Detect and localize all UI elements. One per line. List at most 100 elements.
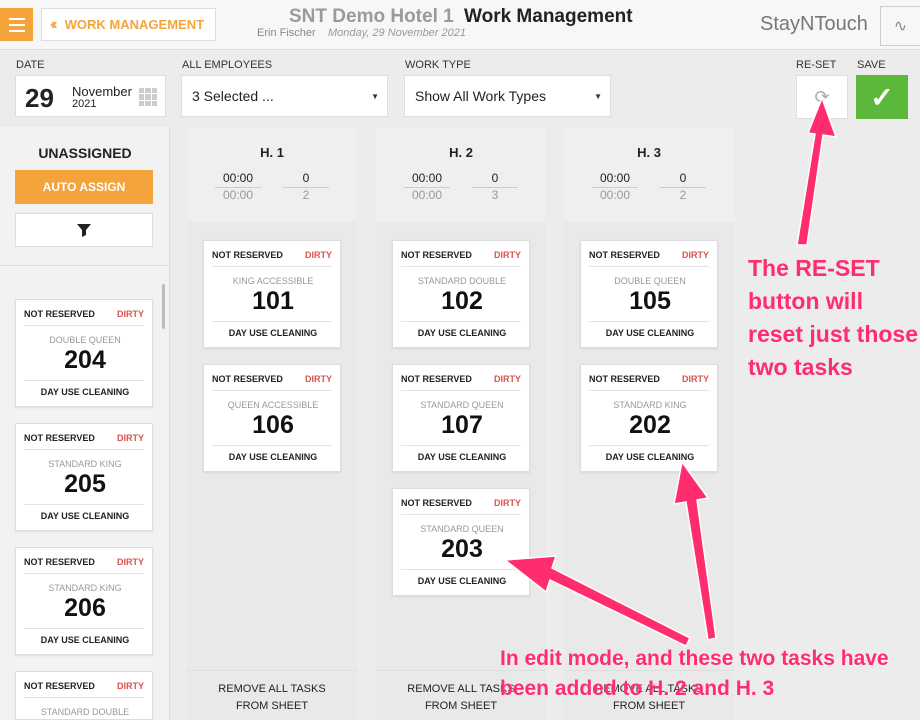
room-condition: DIRTY — [305, 250, 332, 260]
room-condition: DIRTY — [682, 374, 709, 384]
employees-select-value: 3 Selected ... — [192, 88, 274, 104]
filter-icon — [77, 224, 91, 237]
room-type: DOUBLE QUEEN — [49, 335, 121, 345]
room-condition: DIRTY — [494, 250, 521, 260]
filter-button[interactable] — [15, 213, 153, 247]
task-count-total: 3 — [491, 188, 499, 202]
task-count-total: 2 — [302, 188, 310, 202]
divider — [212, 390, 332, 391]
task-card[interactable]: NOT RESERVED DIRTY DOUBLE QUEEN 204 DAY … — [15, 299, 153, 407]
room-type: STANDARD DOUBLE — [417, 276, 507, 286]
housekeeper-column-h1: H. 1 00:00 00:00 0 2 NOT RESERVED DIRTY … — [187, 127, 357, 720]
divider — [24, 628, 144, 629]
reset-button[interactable]: ⟳ — [796, 75, 848, 119]
room-type: KING ACCESSIBLE — [232, 276, 314, 286]
remove-all-tasks-button[interactable]: REMOVE ALL TASKS FROM SHEET — [187, 670, 357, 720]
divider — [24, 380, 144, 381]
employees-select[interactable]: 3 Selected ... ▼ — [181, 75, 388, 117]
save-button[interactable]: ✓ — [856, 75, 908, 119]
save-label: SAVE — [857, 59, 886, 71]
task-card[interactable]: NOT RESERVED DIRTY QUEEN ACCESSIBLE 106 … — [203, 364, 341, 472]
task-count-total: 2 — [679, 188, 687, 202]
reset-icon: ⟳ — [814, 86, 830, 107]
filter-bar: DATE 29 November 2021 ALL EMPLOYEES 3 Se… — [0, 50, 920, 127]
room-type: STANDARD DOUBLE — [40, 707, 130, 717]
task-count-done: 0 — [491, 171, 499, 185]
task-card[interactable]: NOT RESERVED DIRTY DOUBLE QUEEN 105 DAY … — [580, 240, 718, 348]
divider — [401, 321, 521, 322]
room-condition: DIRTY — [117, 433, 144, 443]
room-type: STANDARD QUEEN — [420, 524, 504, 534]
auto-assign-button[interactable]: AUTO ASSIGN — [15, 170, 153, 204]
room-type: QUEEN ACCESSIBLE — [227, 400, 319, 410]
task-name: DAY USE CLEANING — [40, 511, 130, 521]
back-button-label: WORK MANAGEMENT — [64, 17, 205, 32]
column-header: H. 1 00:00 00:00 0 2 — [187, 127, 357, 222]
date-day: 29 — [25, 83, 54, 113]
time-total: 00:00 — [599, 188, 631, 202]
calendar-icon — [139, 88, 157, 106]
housekeeper-column-h2: H. 2 00:00 00:00 0 3 NOT RESERVED DIRTY … — [376, 127, 546, 720]
task-name: DAY USE CLEANING — [605, 328, 695, 338]
task-name: DAY USE CLEANING — [40, 635, 130, 645]
room-number: 102 — [441, 287, 483, 315]
task-card[interactable]: NOT RESERVED DIRTY KING ACCESSIBLE 101 D… — [203, 240, 341, 348]
back-button[interactable]: ‹‹ WORK MANAGEMENT — [41, 8, 216, 41]
divider — [589, 390, 709, 391]
room-number: 203 — [441, 535, 483, 563]
room-number: 204 — [64, 346, 106, 374]
reservation-status: NOT RESERVED — [212, 250, 283, 260]
divider — [0, 265, 170, 266]
room-number: 206 — [64, 594, 106, 622]
divider — [212, 266, 332, 267]
reservation-status: NOT RESERVED — [24, 309, 95, 319]
edit-mode-annotation: In edit mode, and these two tasks have b… — [500, 647, 889, 700]
worktype-select[interactable]: Show All Work Types ▼ — [404, 75, 611, 117]
reservation-status: NOT RESERVED — [212, 374, 283, 384]
task-card[interactable]: NOT RESERVED DIRTY STANDARD DOUBLE — [15, 671, 153, 720]
room-condition: DIRTY — [305, 374, 332, 384]
hotel-name: SNT Demo Hotel 1 — [289, 6, 454, 27]
time-total: 00:00 — [222, 188, 254, 202]
task-card[interactable]: NOT RESERVED DIRTY STANDARD QUEEN 203 DA… — [392, 488, 530, 596]
divider — [24, 325, 144, 326]
task-name: DAY USE CLEANING — [417, 576, 507, 586]
housekeeper-name: H. 1 — [260, 145, 284, 160]
task-card[interactable]: NOT RESERVED DIRTY STANDARD DOUBLE 102 D… — [392, 240, 530, 348]
pulse-icon[interactable]: ∿ — [880, 6, 920, 46]
date-picker[interactable]: 29 November 2021 — [15, 75, 166, 117]
divider — [212, 321, 332, 322]
task-card[interactable]: NOT RESERVED DIRTY STANDARD KING 206 DAY… — [15, 547, 153, 655]
divider — [24, 449, 144, 450]
divider — [24, 504, 144, 505]
scrollbar[interactable] — [162, 284, 165, 329]
task-name: DAY USE CLEANING — [417, 328, 507, 338]
room-number: 105 — [629, 287, 671, 315]
room-number: 202 — [629, 411, 671, 439]
divider — [401, 514, 521, 515]
reservation-status: NOT RESERVED — [401, 374, 472, 384]
divider — [401, 445, 521, 446]
room-condition: DIRTY — [117, 557, 144, 567]
divider — [212, 445, 332, 446]
task-card[interactable]: NOT RESERVED DIRTY STANDARD KING 205 DAY… — [15, 423, 153, 531]
header-date: Monday, 29 November 2021 — [328, 27, 466, 39]
room-condition: DIRTY — [494, 374, 521, 384]
reservation-status: NOT RESERVED — [589, 250, 660, 260]
remove-all-label-line2: FROM SHEET — [235, 700, 309, 712]
task-name: DAY USE CLEANING — [40, 387, 130, 397]
housekeeper-column-h3: H. 3 00:00 00:00 0 2 NOT RESERVED DIRTY … — [564, 127, 734, 720]
divider — [589, 266, 709, 267]
task-card[interactable]: NOT RESERVED DIRTY STANDARD KING 202 DAY… — [580, 364, 718, 472]
reservation-status: NOT RESERVED — [401, 250, 472, 260]
caret-down-icon: ▼ — [594, 92, 602, 101]
divider — [589, 321, 709, 322]
task-card[interactable]: NOT RESERVED DIRTY STANDARD QUEEN 107 DA… — [392, 364, 530, 472]
unassigned-title: UNASSIGNED — [38, 145, 132, 161]
date-year: 2021 — [72, 98, 97, 110]
room-number: 107 — [441, 411, 483, 439]
task-count-done: 0 — [679, 171, 687, 185]
date-month: November — [72, 84, 132, 99]
hamburger-menu-button[interactable] — [0, 8, 33, 41]
housekeeper-name: H. 3 — [637, 145, 661, 160]
